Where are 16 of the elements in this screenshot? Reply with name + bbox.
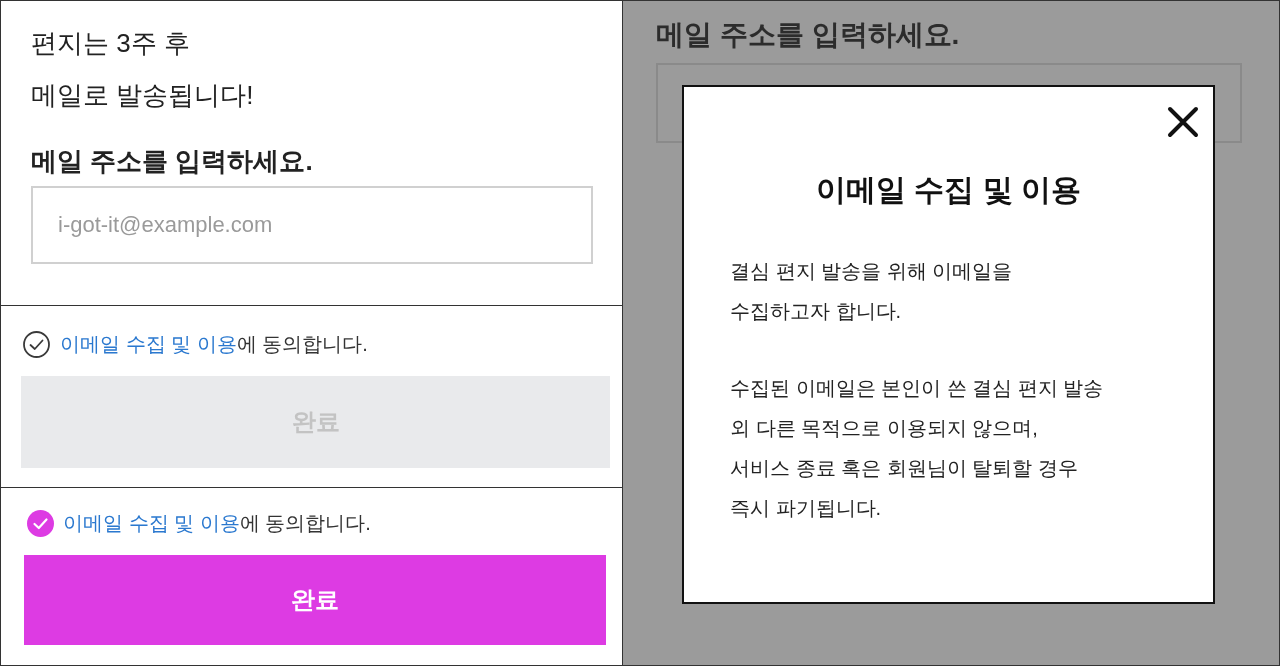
consent-link[interactable]: 이메일 수집 및 이용 — [63, 512, 240, 534]
checked-circle-icon[interactable] — [27, 509, 54, 537]
consent-text: 이메일 수집 및 이용에 동의합니다. — [60, 332, 368, 357]
consent-text: 이메일 수집 및 이용에 동의합니다. — [63, 511, 371, 536]
complete-button[interactable]: 완료 — [24, 555, 606, 645]
modal-paragraph: 수집된 이메일은 본인이 쓴 결심 편지 발송 외 다른 목적으로 이용되지 않으며, 서비스 종료 혹은 회원님이 탈퇴할 경우 즉시 파기됩니다. — [730, 376, 1105, 521]
modal-title: 이메일 수집 및 이용 — [815, 172, 1082, 208]
modal-paragraph: 결심 편지 발송을 위해 이메일을 수집하고자 합니다. — [730, 259, 1014, 324]
email-input-field[interactable]: i-got-it@example.com — [31, 186, 593, 264]
consent-link[interactable]: 이메일 수집 및 이용 — [60, 333, 237, 355]
close-icon — [1167, 106, 1199, 138]
close-button[interactable] — [1167, 106, 1199, 138]
unchecked-circle-icon[interactable] — [23, 330, 50, 358]
email-label: 메일 주소를 입력하세요. — [31, 145, 314, 178]
intro-text: 편지는 3주 후 메일로 발송됩니다! — [31, 27, 255, 112]
dimmed-email-label: 메일 주소를 입력하세요. — [656, 18, 961, 52]
